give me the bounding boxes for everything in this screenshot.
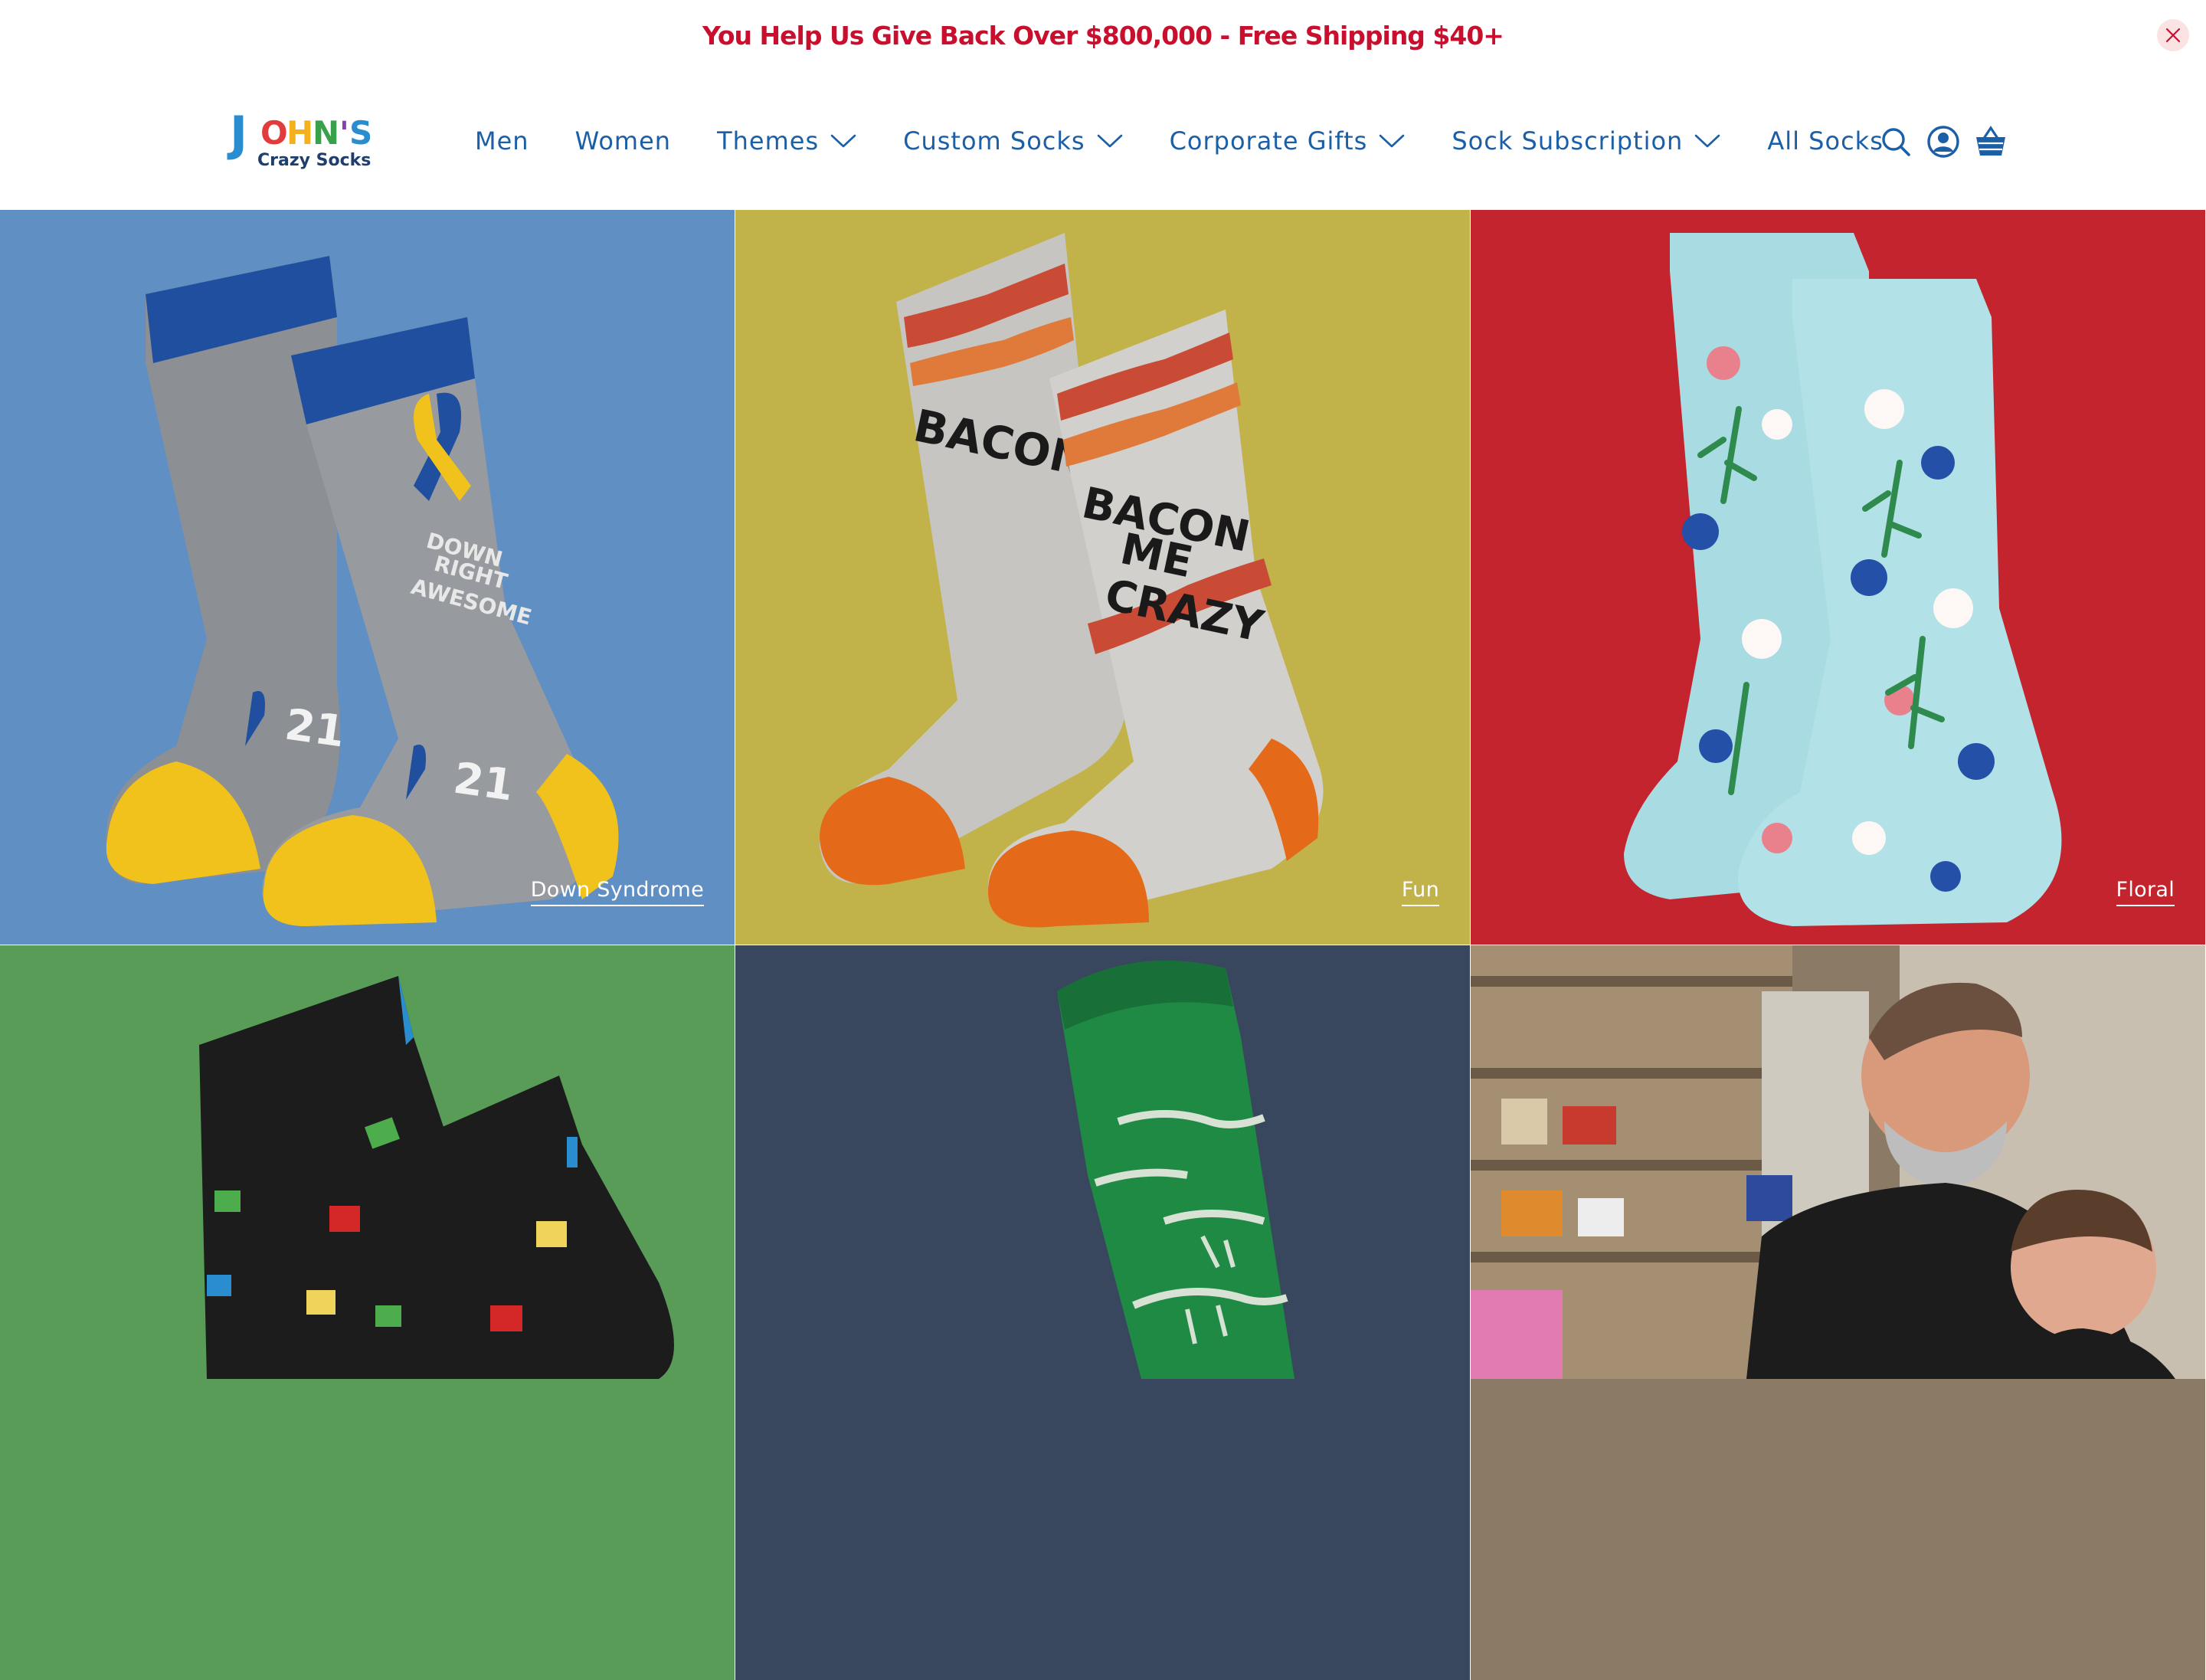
puzzle-socks-image — [0, 945, 735, 1680]
announcement-text: You Help Us Give Back Over $800,000 - Fr… — [702, 20, 1504, 51]
svg-text:21: 21 — [282, 699, 348, 757]
account-button[interactable] — [1926, 124, 1961, 159]
svg-text:H: H — [286, 114, 313, 152]
svg-text:21: 21 — [450, 753, 516, 811]
chevron-down-icon — [1097, 134, 1122, 148]
account-icon — [1927, 126, 1959, 158]
theme-tile-dinosaur[interactable] — [735, 945, 1470, 1680]
cart-icon — [1976, 126, 2005, 156]
svg-text:J: J — [227, 107, 247, 162]
svg-text:O: O — [260, 114, 288, 152]
search-button[interactable] — [1878, 124, 1913, 159]
johns-crazy-socks-logo[interactable]: J O H N ' S Crazy Socks — [227, 106, 391, 170]
theme-grid: DOWN RIGHT AWESOME 21 21 Down Syndrome B… — [0, 210, 2206, 1680]
theme-tile-fun[interactable]: BACON BACON ME CRAZY Fun — [735, 210, 1470, 945]
nav-label: Women — [574, 126, 672, 156]
nav-sock-subscription[interactable]: Sock Subscription — [1452, 126, 1721, 156]
svg-text:S: S — [349, 114, 372, 152]
chevron-down-icon — [1695, 134, 1720, 148]
nav-label: Corporate Gifts — [1169, 126, 1368, 156]
nav-men[interactable]: Men — [475, 126, 529, 156]
nav-corporate-gifts[interactable]: Corporate Gifts — [1170, 126, 1406, 156]
nav-custom-socks[interactable]: Custom Socks — [903, 126, 1123, 156]
main-nav: Men Women Themes Custom Socks Corporate … — [475, 123, 1929, 159]
theme-tile-team-photo[interactable] — [1471, 945, 2205, 1680]
logo-graphic: J O H N ' S Crazy Socks — [227, 106, 372, 170]
close-announcement-button[interactable] — [2157, 19, 2189, 51]
bacon-socks-image: BACON BACON ME CRAZY — [735, 210, 1470, 945]
site-header: J O H N ' S Crazy Socks Men Women Themes… — [0, 70, 2206, 210]
tile-label: Down Syndrome — [530, 878, 704, 906]
header-icons — [1878, 124, 2021, 159]
nav-label: Sock Subscription — [1452, 126, 1684, 156]
tile-label: Floral — [2116, 878, 2175, 906]
nav-label: Themes — [717, 126, 820, 156]
announcement-bar: You Help Us Give Back Over $800,000 - Fr… — [0, 0, 2206, 70]
floral-socks-image — [1471, 210, 2205, 945]
nav-all-socks[interactable]: All Socks — [1767, 126, 1884, 156]
search-icon — [1882, 128, 1910, 156]
theme-tile-floral[interactable]: Floral — [1471, 210, 2205, 945]
nav-themes[interactable]: Themes — [717, 126, 857, 156]
nav-label: Men — [475, 126, 529, 156]
dinosaur-socks-image — [735, 945, 1470, 1680]
close-icon — [2165, 28, 2181, 43]
tile-label: Fun — [1401, 878, 1439, 906]
nav-women[interactable]: Women — [575, 126, 671, 156]
theme-tile-down-syndrome[interactable]: DOWN RIGHT AWESOME 21 21 Down Syndrome — [0, 210, 735, 945]
nav-label: All Socks — [1767, 126, 1884, 156]
chevron-down-icon — [1380, 134, 1405, 148]
team-photo-image — [1471, 945, 2205, 1680]
svg-text:': ' — [339, 114, 349, 152]
cart-button[interactable] — [1973, 124, 2008, 159]
down-syndrome-socks-image: DOWN RIGHT AWESOME 21 21 — [0, 210, 735, 945]
chevron-down-icon — [830, 134, 856, 148]
svg-text:Crazy Socks: Crazy Socks — [257, 151, 371, 170]
theme-tile-puzzle[interactable] — [0, 945, 735, 1680]
nav-label: Custom Socks — [903, 126, 1085, 156]
svg-text:N: N — [313, 114, 339, 152]
